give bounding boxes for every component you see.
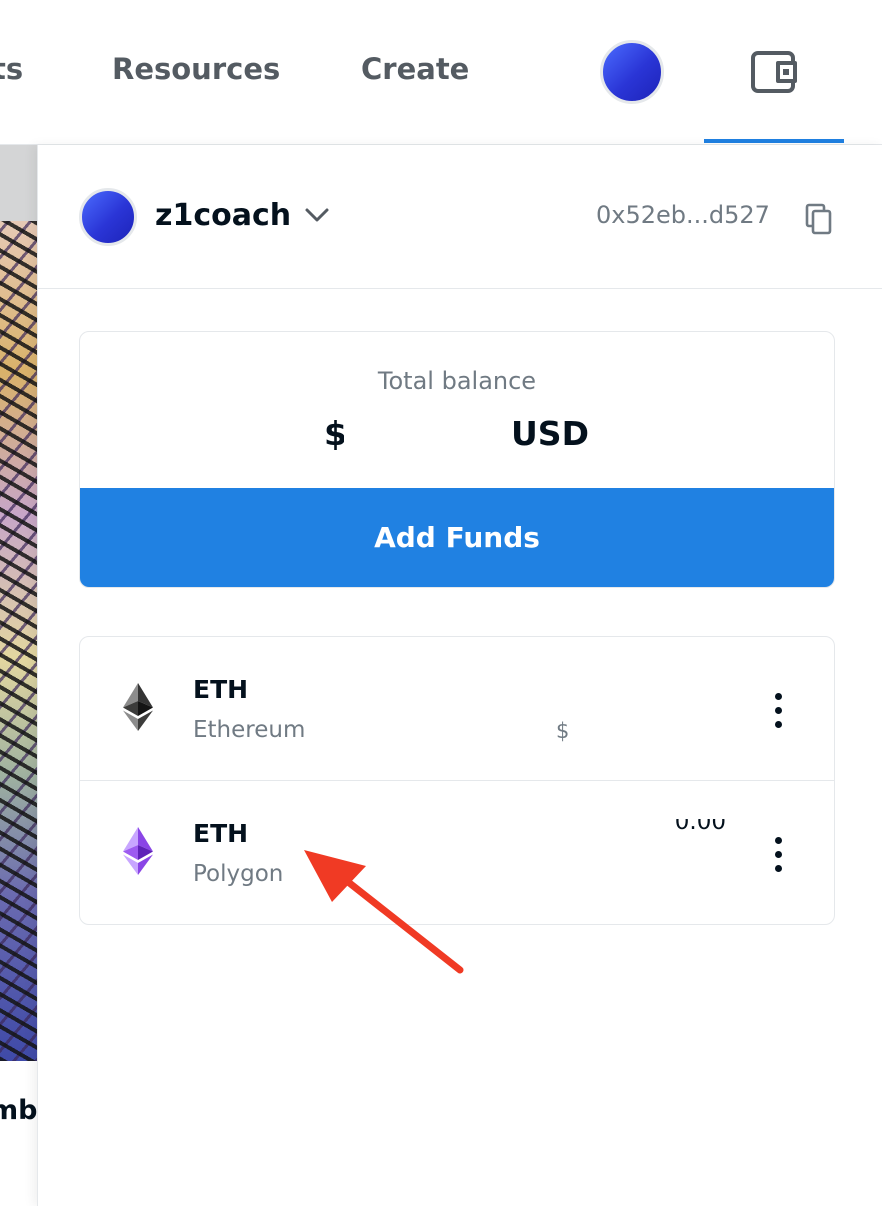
copy-icon[interactable]: [804, 203, 834, 235]
token-amount-fragment: 0.00: [674, 819, 726, 835]
ethereum-icon: [123, 683, 153, 731]
wallet-active-indicator: [704, 139, 844, 143]
balance-unit: USD: [511, 414, 589, 453]
more-vertical-icon[interactable]: [762, 691, 794, 731]
top-navigation: ts Resources Create: [0, 0, 882, 145]
token-usd-fragment: $: [556, 719, 570, 743]
wallet-icon: [751, 51, 797, 93]
wallet-panel: z1coach 0x52eb...d527 Total balance $ US…: [37, 145, 882, 1206]
account-name[interactable]: z1coach: [155, 198, 291, 233]
nav-link-create[interactable]: Create: [361, 52, 469, 86]
wallet-panel-header: z1coach 0x52eb...d527: [38, 145, 882, 289]
token-symbol: ETH: [193, 819, 249, 848]
background-page: mb: [0, 145, 38, 1206]
balance-currency-symbol: $: [324, 414, 356, 454]
balance-redacted-amount: [350, 414, 510, 458]
nav-link-partial[interactable]: ts: [0, 52, 23, 86]
chevron-down-icon[interactable]: [304, 207, 330, 223]
annotation-arrow: [304, 850, 464, 974]
background-nft-image[interactable]: [0, 221, 38, 1061]
polygon-eth-icon: [123, 827, 153, 875]
more-vertical-icon[interactable]: [762, 835, 794, 875]
profile-avatar-button[interactable]: [600, 40, 664, 104]
token-row-eth-ethereum[interactable]: ETH Ethereum $: [80, 637, 834, 781]
wallet-address[interactable]: 0x52eb...d527: [596, 201, 770, 229]
background-banner: [0, 145, 38, 221]
add-funds-button[interactable]: Add Funds: [80, 488, 834, 587]
token-amount: 0.00: [606, 819, 726, 849]
balance-card: Total balance $ USD Add Funds: [79, 331, 835, 588]
balance-label: Total balance: [377, 367, 537, 395]
token-network: Ethereum: [193, 717, 306, 743]
account-avatar: [79, 188, 137, 246]
balance-value: $ USD: [80, 414, 834, 464]
token-network: Polygon: [193, 861, 284, 887]
token-symbol: ETH: [193, 675, 249, 704]
background-caption: mb: [0, 1095, 38, 1126]
token-usd-value: $: [556, 719, 726, 747]
wallet-button[interactable]: [704, 30, 844, 144]
nav-link-resources[interactable]: Resources: [112, 52, 280, 86]
